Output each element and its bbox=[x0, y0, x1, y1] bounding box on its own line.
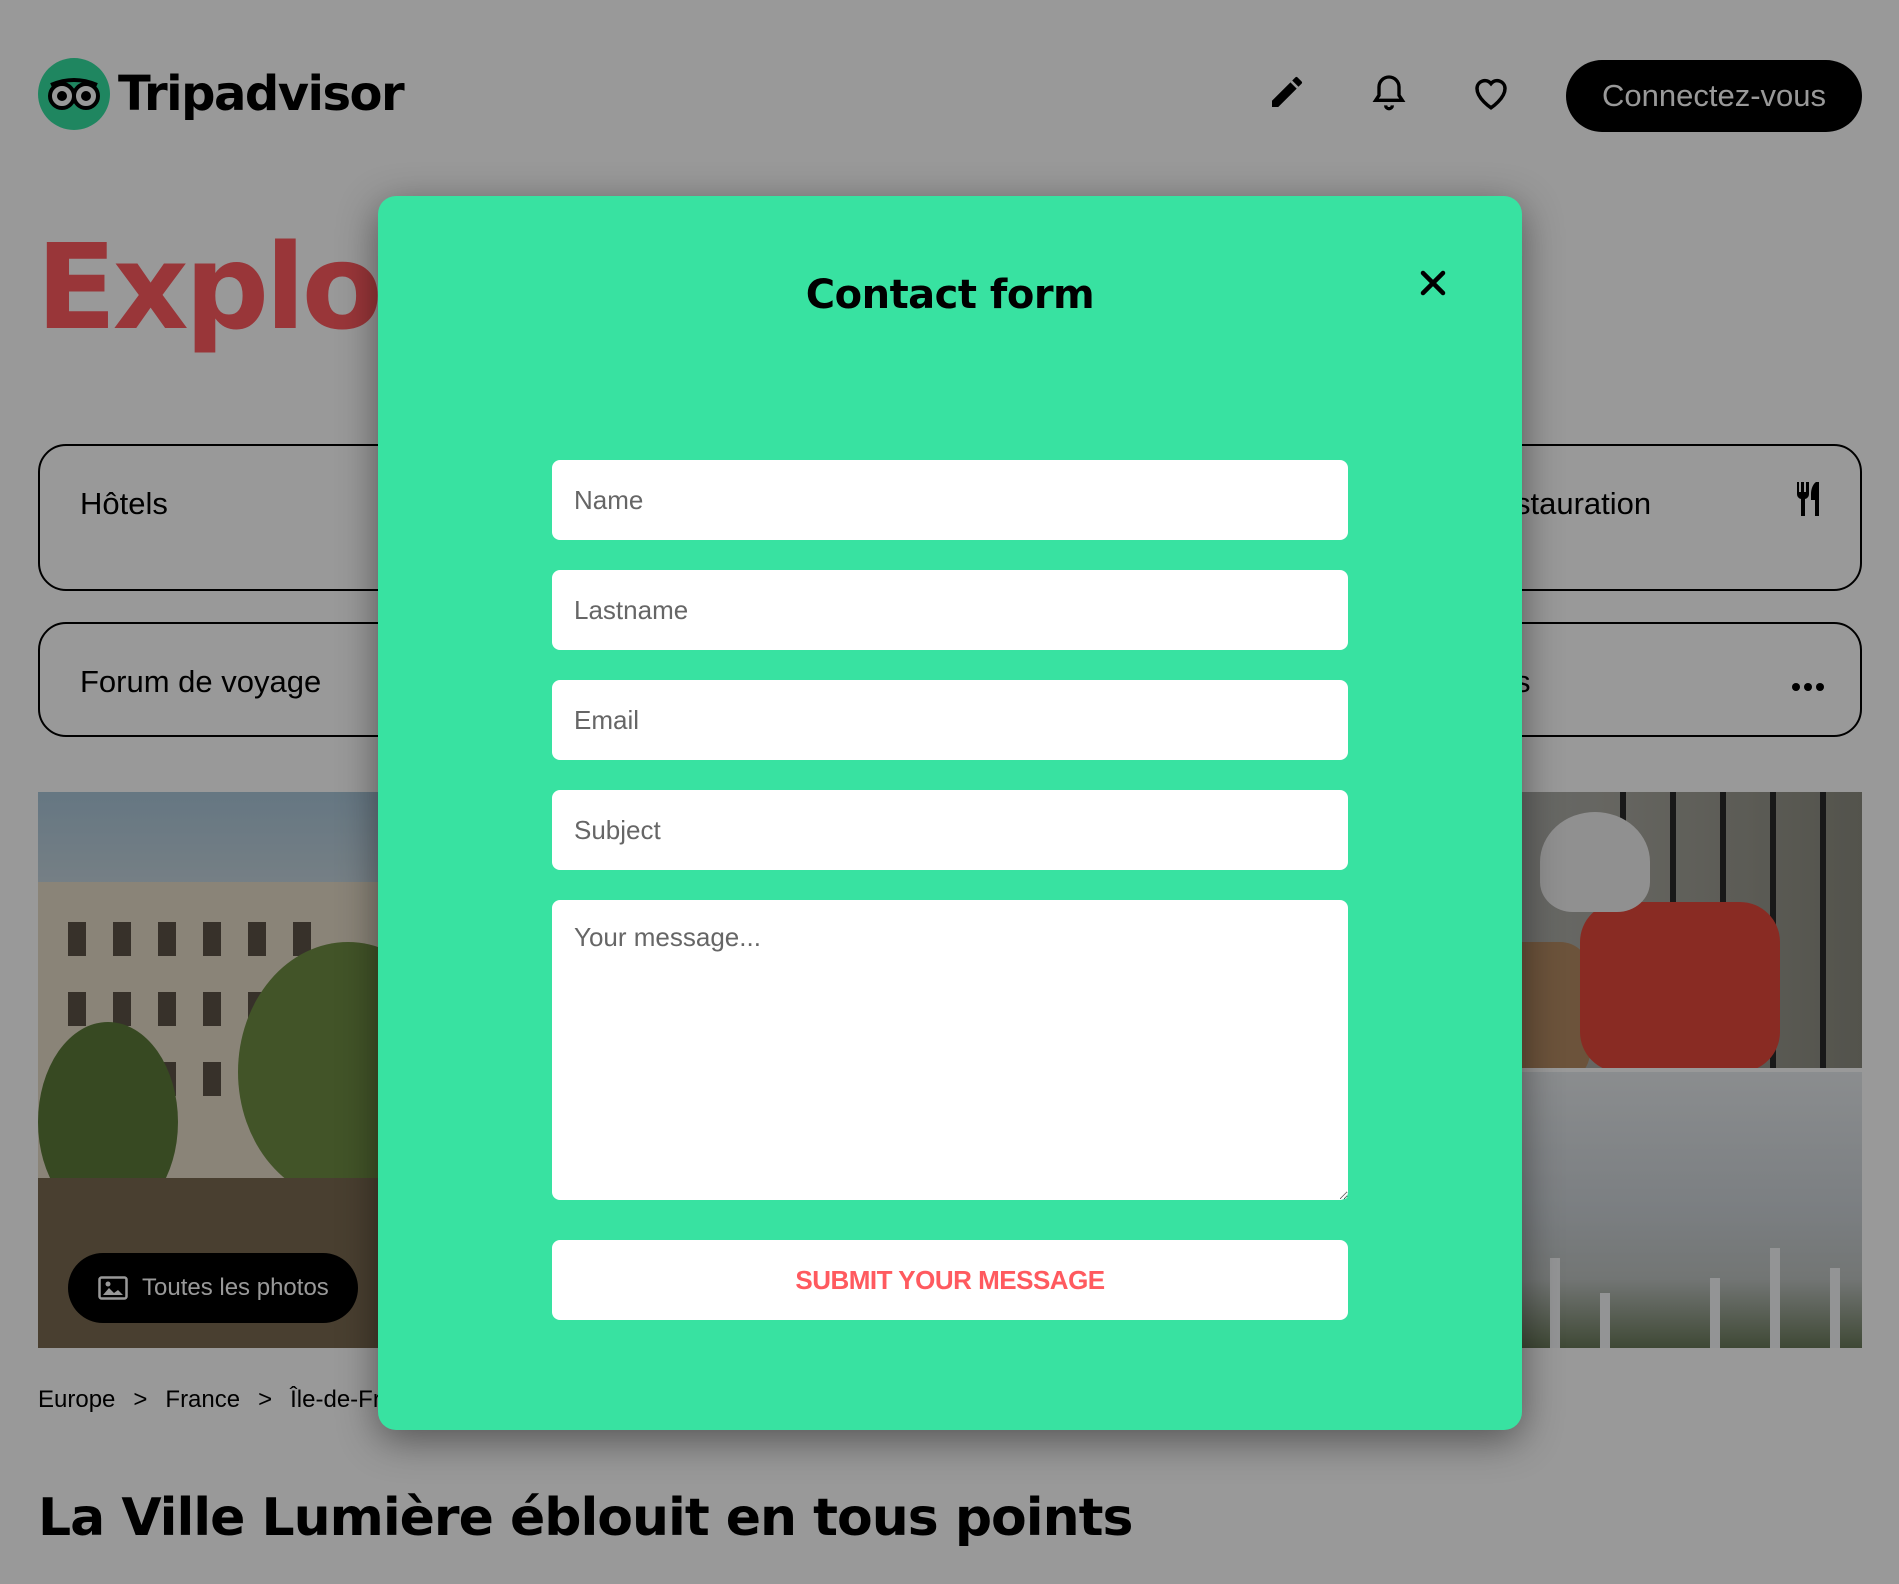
subject-input[interactable] bbox=[552, 790, 1348, 870]
email-input[interactable] bbox=[552, 680, 1348, 760]
message-textarea[interactable] bbox=[552, 900, 1348, 1200]
name-input[interactable] bbox=[552, 460, 1348, 540]
close-icon bbox=[1420, 270, 1446, 296]
submit-button[interactable]: SUBMIT YOUR MESSAGE bbox=[552, 1240, 1348, 1320]
contact-form-modal: Contact form SUBMIT YOUR MESSAGE bbox=[378, 196, 1522, 1430]
modal-title: Contact form bbox=[805, 272, 1095, 318]
lastname-input[interactable] bbox=[552, 570, 1348, 650]
close-button[interactable] bbox=[1408, 258, 1458, 308]
